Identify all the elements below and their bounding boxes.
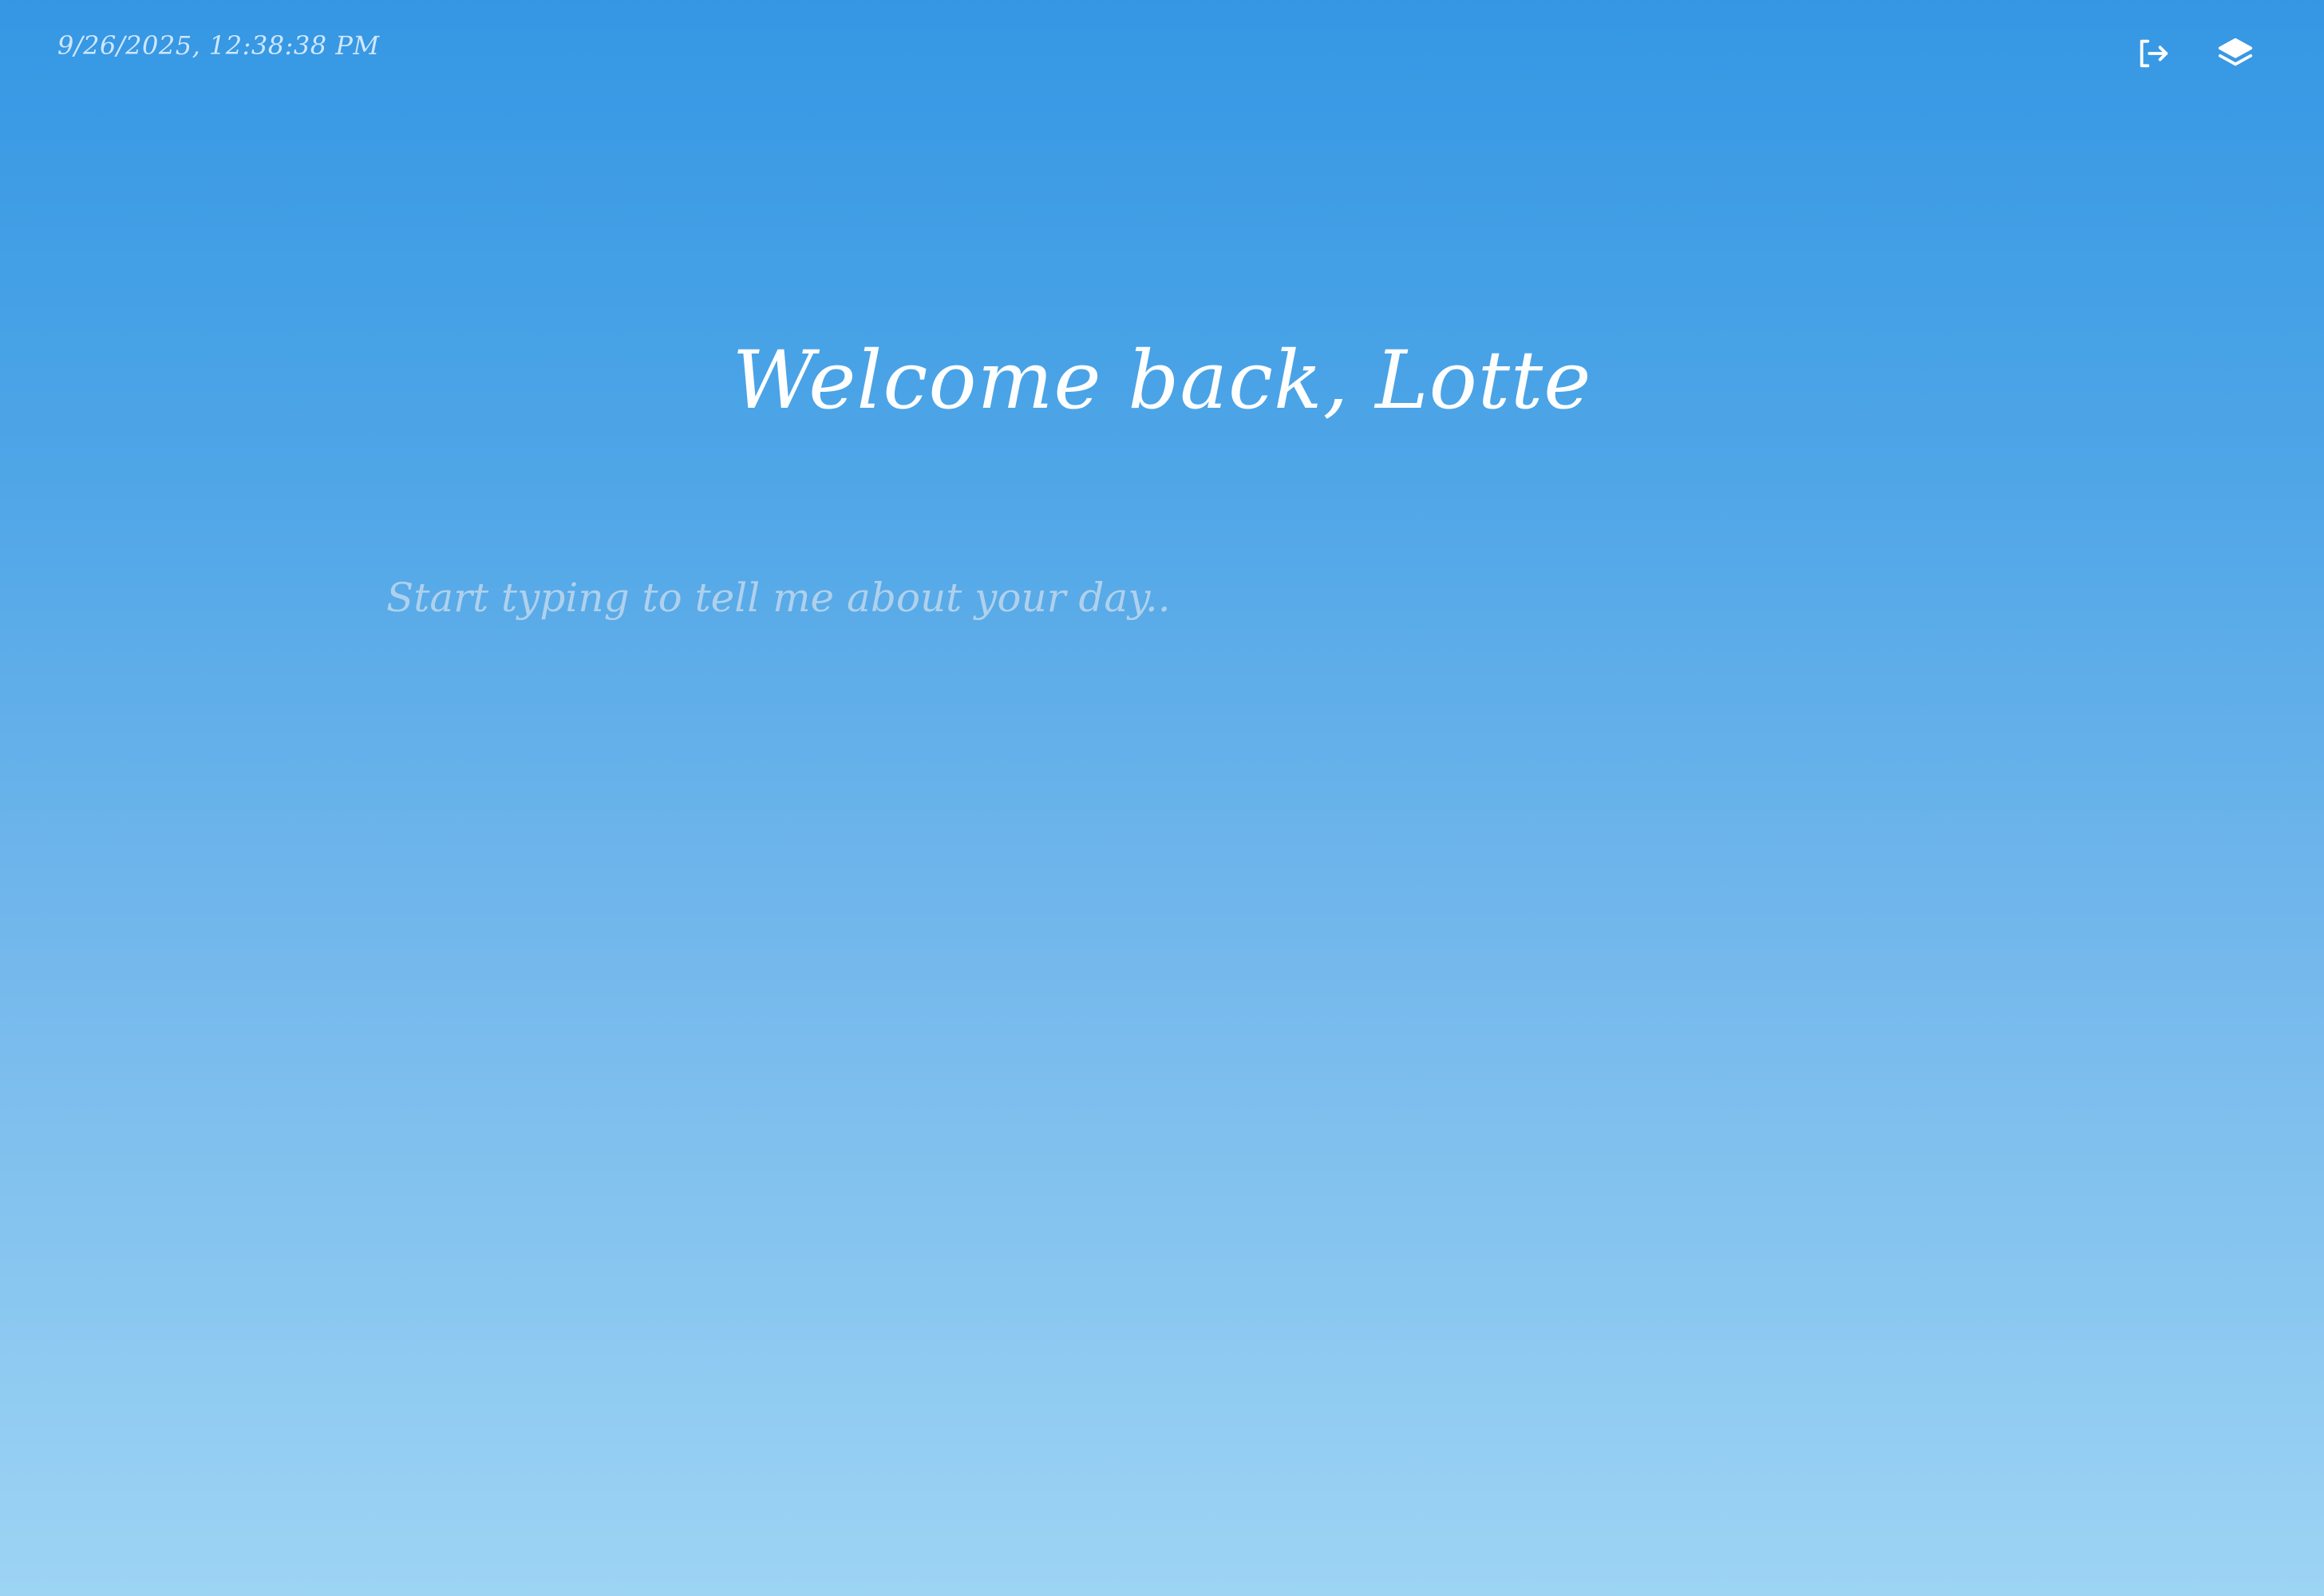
welcome-heading: Welcome back, Lotte <box>732 334 1592 427</box>
logout-icon <box>2140 39 2168 68</box>
layers-button[interactable] <box>2217 35 2254 72</box>
layers-icon <box>2218 38 2253 66</box>
logout-button[interactable] <box>2134 35 2171 72</box>
topbar-actions <box>2134 35 2254 72</box>
journal-entry-input[interactable] <box>386 575 1938 1452</box>
timestamp: 9/26/2025, 12:38:38 PM <box>57 30 380 61</box>
